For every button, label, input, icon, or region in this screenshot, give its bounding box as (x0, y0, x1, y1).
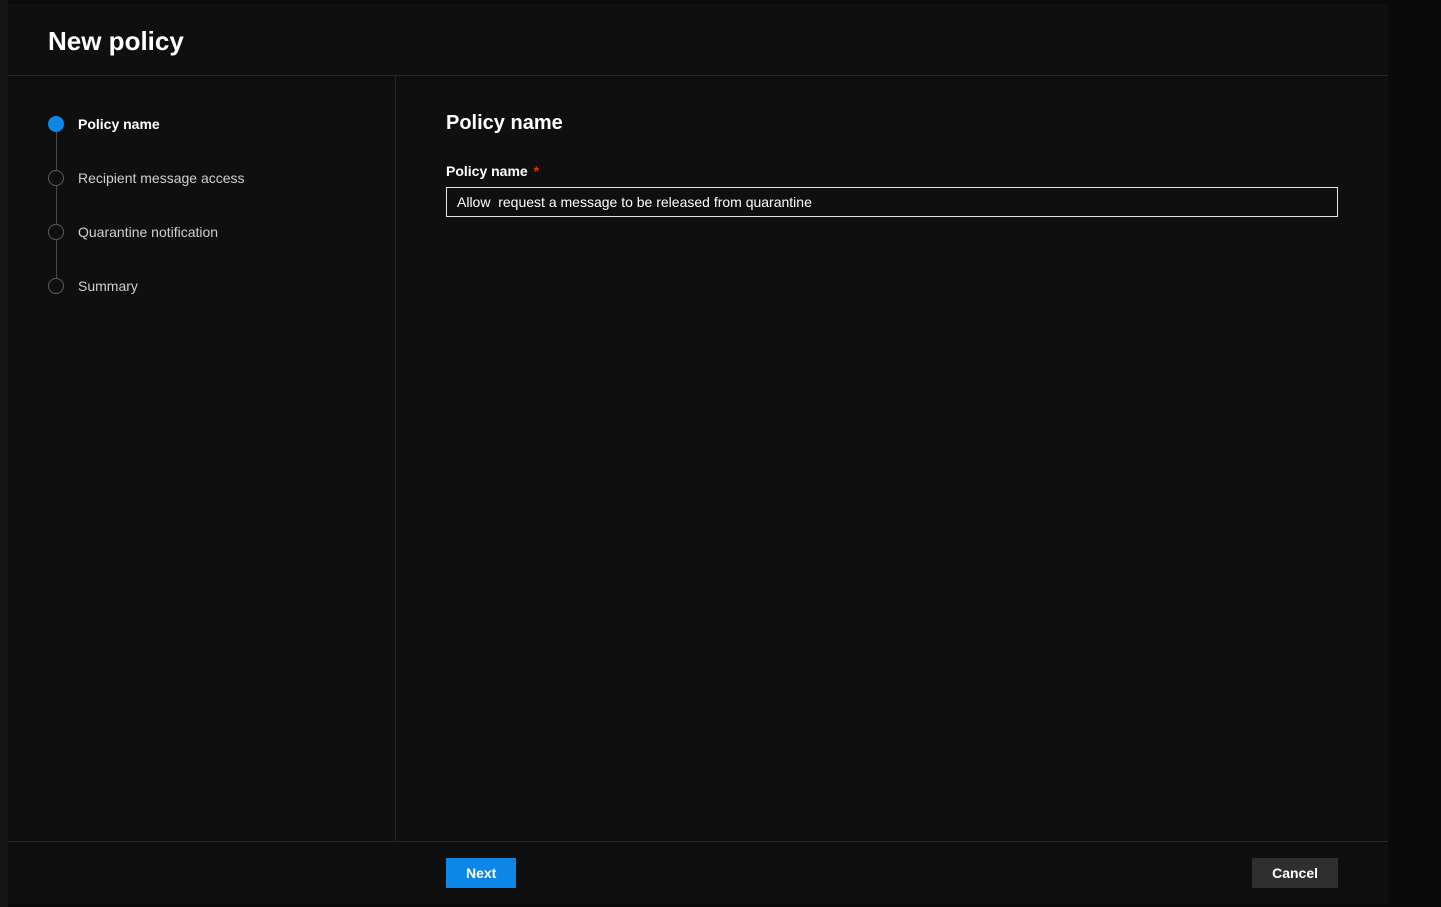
wizard-step-policy-name[interactable]: Policy name (48, 116, 375, 132)
step-connector (56, 240, 57, 278)
cancel-button[interactable]: Cancel (1252, 858, 1338, 888)
step-indicator-pending-icon (48, 278, 64, 294)
step-indicator-pending-icon (48, 224, 64, 240)
wizard-step-label: Policy name (78, 116, 160, 132)
wizard-step-recipient-message-access[interactable]: Recipient message access (48, 170, 375, 186)
panel-header: New policy (8, 4, 1388, 76)
new-policy-panel: New policy Policy name Recipient message… (8, 4, 1388, 904)
wizard-step-summary[interactable]: Summary (48, 278, 375, 294)
wizard-steps-list: Policy name Recipient message access Qua… (48, 116, 375, 294)
panel-body: Policy name Recipient message access Qua… (8, 76, 1388, 841)
wizard-step-label: Summary (78, 278, 138, 294)
field-label-text: Policy name (446, 163, 528, 179)
policy-name-label: Policy name * (446, 163, 1338, 179)
wizard-steps-sidebar: Policy name Recipient message access Qua… (8, 76, 396, 841)
next-button[interactable]: Next (446, 858, 516, 888)
background-sliver (0, 0, 8, 907)
step-connector (56, 132, 57, 170)
policy-name-input[interactable] (446, 187, 1338, 217)
wizard-step-quarantine-notification[interactable]: Quarantine notification (48, 224, 375, 240)
step-indicator-active-icon (48, 116, 64, 132)
wizard-step-label: Quarantine notification (78, 224, 218, 240)
panel-footer: Next Cancel (8, 841, 1388, 904)
section-title: Policy name (446, 112, 1338, 135)
wizard-content: Policy name Policy name * (396, 76, 1388, 841)
panel-title: New policy (48, 26, 1348, 57)
wizard-step-label: Recipient message access (78, 170, 245, 186)
step-indicator-pending-icon (48, 170, 64, 186)
required-marker: * (534, 163, 539, 179)
step-connector (56, 186, 57, 224)
